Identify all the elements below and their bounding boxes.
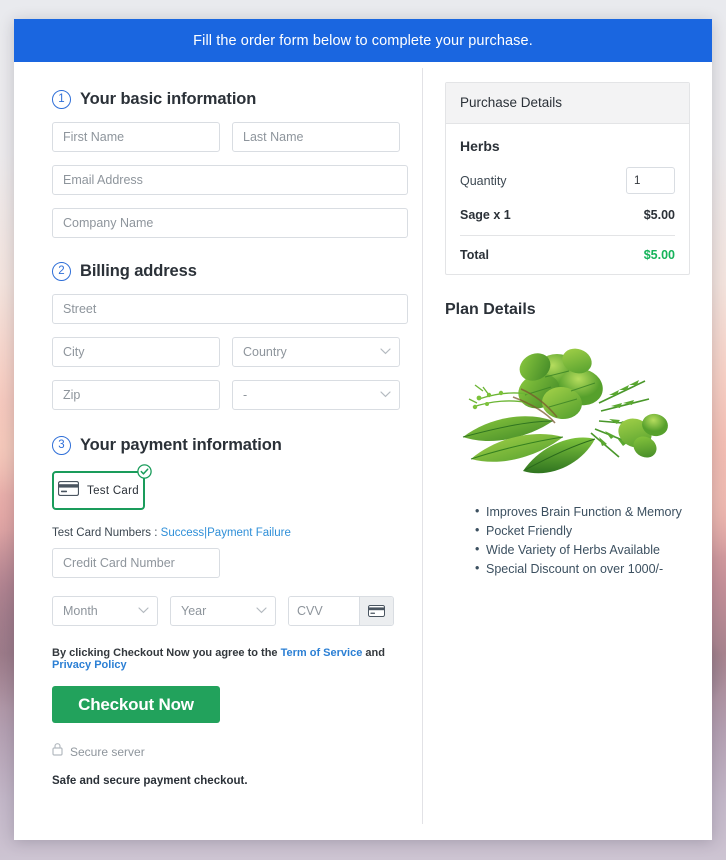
plan-benefits-list: Improves Brain Function & Memory Pocket …	[445, 502, 690, 579]
herbs-bundle-image	[449, 333, 687, 485]
name-field-row	[52, 122, 422, 152]
quantity-row: Quantity	[460, 167, 675, 194]
product-name: Herbs	[460, 138, 500, 154]
list-item: Improves Brain Function & Memory	[475, 502, 690, 522]
plan-details-title: Plan Details	[445, 301, 536, 318]
line-item-amount: $5.00	[643, 208, 675, 222]
checkout-now-button[interactable]: Checkout Now	[52, 686, 220, 723]
expiry-cvv-row: Month Year	[52, 596, 422, 626]
purchase-details-body: Herbs Quantity Sage x 1 $5.00 Total $5.0…	[446, 124, 689, 274]
summary-column: Purchase Details Herbs Quantity Sage x 1…	[423, 62, 712, 840]
list-item: Pocket Friendly	[475, 521, 690, 541]
email-input[interactable]	[52, 165, 408, 195]
banner-text: Fill the order form below to complete yo…	[193, 32, 533, 49]
purchase-details-title: Purchase Details	[460, 95, 563, 110]
checkout-card: Fill the order form below to complete yo…	[14, 19, 712, 840]
test-card-option-wrapper: Test Card	[52, 464, 152, 510]
total-label: Total	[460, 248, 489, 262]
step-number-3: 3	[52, 436, 71, 455]
test-card-option[interactable]: Test Card	[52, 471, 145, 510]
test-card-label: Test Card	[87, 484, 139, 497]
city-country-row: Country	[52, 337, 422, 367]
form-column: 1 Your basic information 2 Billing addre…	[14, 62, 422, 840]
line-item-label: Sage x 1	[460, 208, 511, 222]
credit-card-number-input[interactable]	[52, 548, 220, 578]
first-name-input[interactable]	[52, 122, 220, 152]
success-card-link[interactable]: Success	[161, 527, 204, 539]
line-item-row: Sage x 1 $5.00	[460, 208, 675, 222]
quantity-label: Quantity	[460, 173, 507, 188]
zip-state-row: -	[52, 380, 422, 410]
top-banner: Fill the order form below to complete yo…	[14, 19, 712, 62]
section-basic-information-title: Your basic information	[80, 90, 257, 108]
payment-failure-card-link[interactable]: Payment Failure	[207, 527, 291, 539]
credit-card-icon	[57, 480, 80, 501]
quantity-input[interactable]	[626, 167, 675, 194]
expiry-month-select[interactable]: Month	[52, 596, 158, 626]
street-input[interactable]	[52, 294, 408, 324]
cvv-input[interactable]	[289, 597, 359, 625]
month-select-wrapper: Month	[52, 596, 158, 626]
privacy-policy-link[interactable]: Privacy Policy	[52, 659, 127, 671]
zip-input[interactable]	[52, 380, 220, 410]
company-field-row	[52, 208, 422, 238]
terms-prefix: By clicking Checkout Now you agree to th…	[52, 647, 278, 659]
total-amount: $5.00	[643, 248, 675, 262]
secure-server-label: Secure server	[70, 744, 145, 759]
street-field-row	[52, 294, 422, 324]
last-name-input[interactable]	[232, 122, 400, 152]
lock-icon	[52, 742, 63, 761]
cvv-field-group	[288, 596, 394, 626]
total-row: Total $5.00	[460, 248, 675, 262]
state-select-wrapper: -	[232, 380, 400, 410]
section-payment-information-heading: 3 Your payment information	[52, 436, 422, 455]
expiry-year-select[interactable]: Year	[170, 596, 276, 626]
purchase-details-panel: Purchase Details Herbs Quantity Sage x 1…	[445, 82, 690, 275]
section-billing-address-heading: 2 Billing address	[52, 262, 422, 281]
country-select[interactable]: Country	[232, 337, 400, 367]
state-select[interactable]: -	[232, 380, 400, 410]
test-card-numbers-prefix: Test Card Numbers :	[52, 527, 158, 539]
check-circle-icon	[137, 464, 152, 479]
safe-payment-note: Safe and secure payment checkout.	[52, 775, 248, 787]
list-item: Wide Variety of Herbs Available	[475, 540, 690, 560]
terms-of-service-link[interactable]: Term of Service	[281, 647, 363, 659]
company-name-input[interactable]	[52, 208, 408, 238]
terms-agreement-text: By clicking Checkout Now you agree to th…	[52, 647, 422, 671]
city-input[interactable]	[52, 337, 220, 367]
credit-card-number-row	[52, 548, 422, 578]
test-card-numbers-note: Test Card Numbers : Success|Payment Fail…	[52, 527, 422, 539]
section-payment-information-title: Your payment information	[80, 436, 282, 454]
year-select-wrapper: Year	[170, 596, 276, 626]
checkout-body: 1 Your basic information 2 Billing addre…	[14, 62, 712, 840]
step-number-2: 2	[52, 262, 71, 281]
terms-and: and	[365, 647, 385, 659]
summary-divider	[460, 235, 675, 236]
section-basic-information-heading: 1 Your basic information	[52, 90, 422, 109]
step-number-1: 1	[52, 90, 71, 109]
email-field-row	[52, 165, 422, 195]
section-billing-address-title: Billing address	[80, 262, 197, 280]
purchase-details-header: Purchase Details	[446, 83, 689, 124]
country-select-wrapper: Country	[232, 337, 400, 367]
secure-server-row: Secure server	[52, 742, 422, 761]
list-item: Special Discount on over 1000/-	[475, 559, 690, 579]
cvv-help-card-icon[interactable]	[359, 597, 393, 625]
